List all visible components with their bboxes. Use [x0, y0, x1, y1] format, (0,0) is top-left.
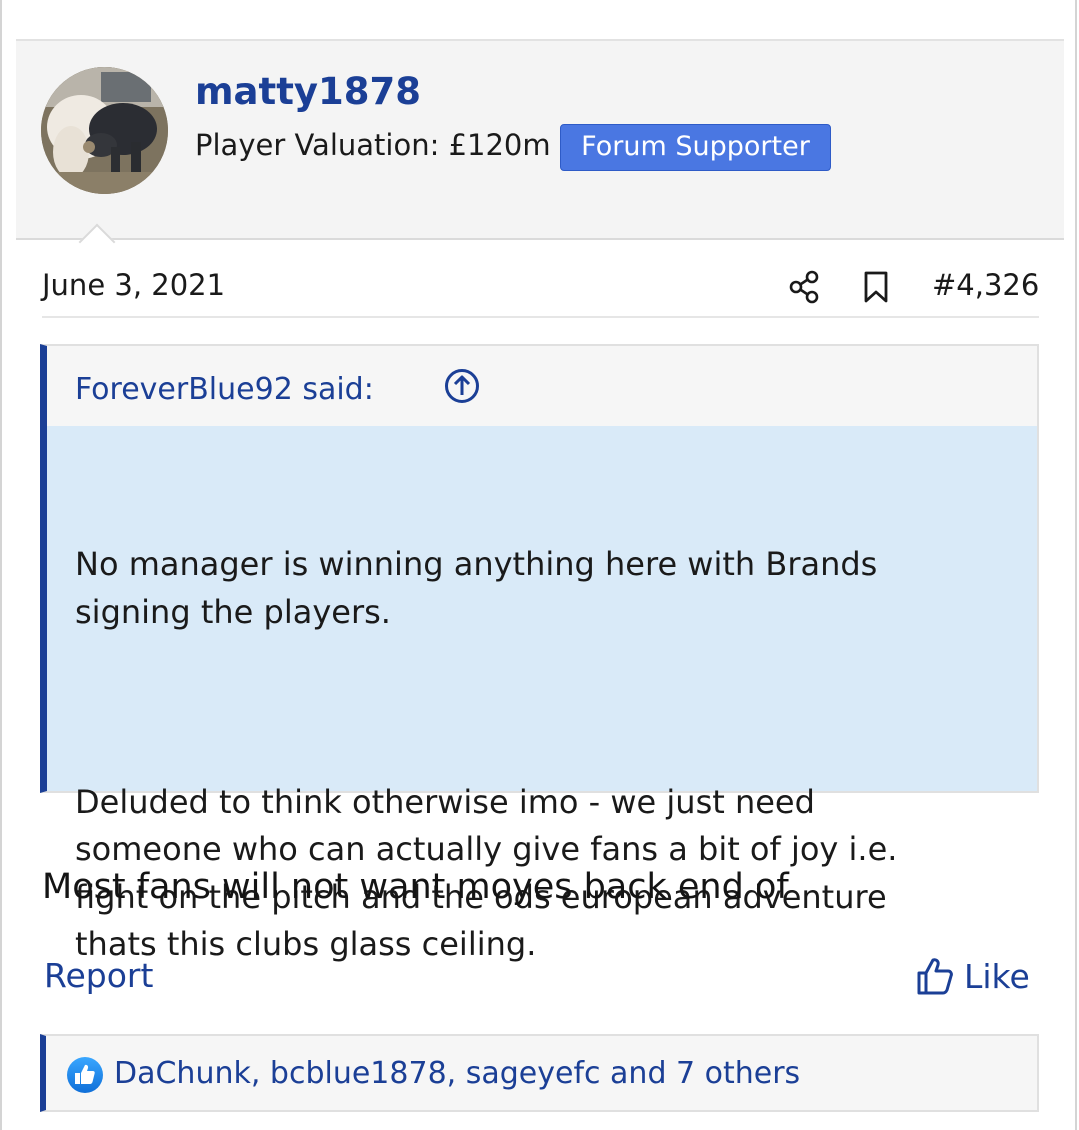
arrow-up-circle-icon[interactable]	[444, 368, 480, 404]
like-reaction-icon	[66, 1056, 104, 1094]
username-link[interactable]: matty1878	[195, 70, 421, 113]
quote-header: ForeverBlue92 said:	[47, 346, 1037, 426]
reaction-users-link[interactable]: DaChunk, bcblue1878, sageyefc and 7 othe…	[114, 1056, 800, 1091]
share-icon[interactable]	[788, 270, 820, 304]
quote-content: No manager is winning anything here with…	[75, 446, 1005, 1064]
avatar[interactable]	[41, 67, 168, 194]
like-button[interactable]: Like	[916, 954, 1030, 998]
post-number-link[interactable]: #4,326	[932, 268, 1039, 302]
player-valuation: Player Valuation: £120m	[195, 128, 551, 162]
quote-block: ForeverBlue92 said: No manager is winnin…	[40, 344, 1039, 963]
like-label: Like	[964, 956, 1030, 996]
post-date-link[interactable]: June 3, 2021	[42, 268, 225, 302]
post-body-text: Most fans will not want moyes back end o…	[42, 867, 789, 907]
quote-author-link[interactable]: ForeverBlue92 said:	[75, 372, 374, 407]
bookmark-icon[interactable]	[862, 270, 890, 304]
reactions-bar[interactable]: DaChunk, bcblue1878, sageyefc and 7 othe…	[40, 1034, 1039, 1112]
forum-supporter-badge: Forum Supporter	[560, 124, 831, 171]
quote-paragraph: No manager is winning anything here with…	[75, 545, 878, 631]
thumbs-up-icon	[916, 956, 954, 996]
report-link[interactable]: Report	[44, 956, 153, 995]
post-header-divider	[42, 316, 1039, 318]
